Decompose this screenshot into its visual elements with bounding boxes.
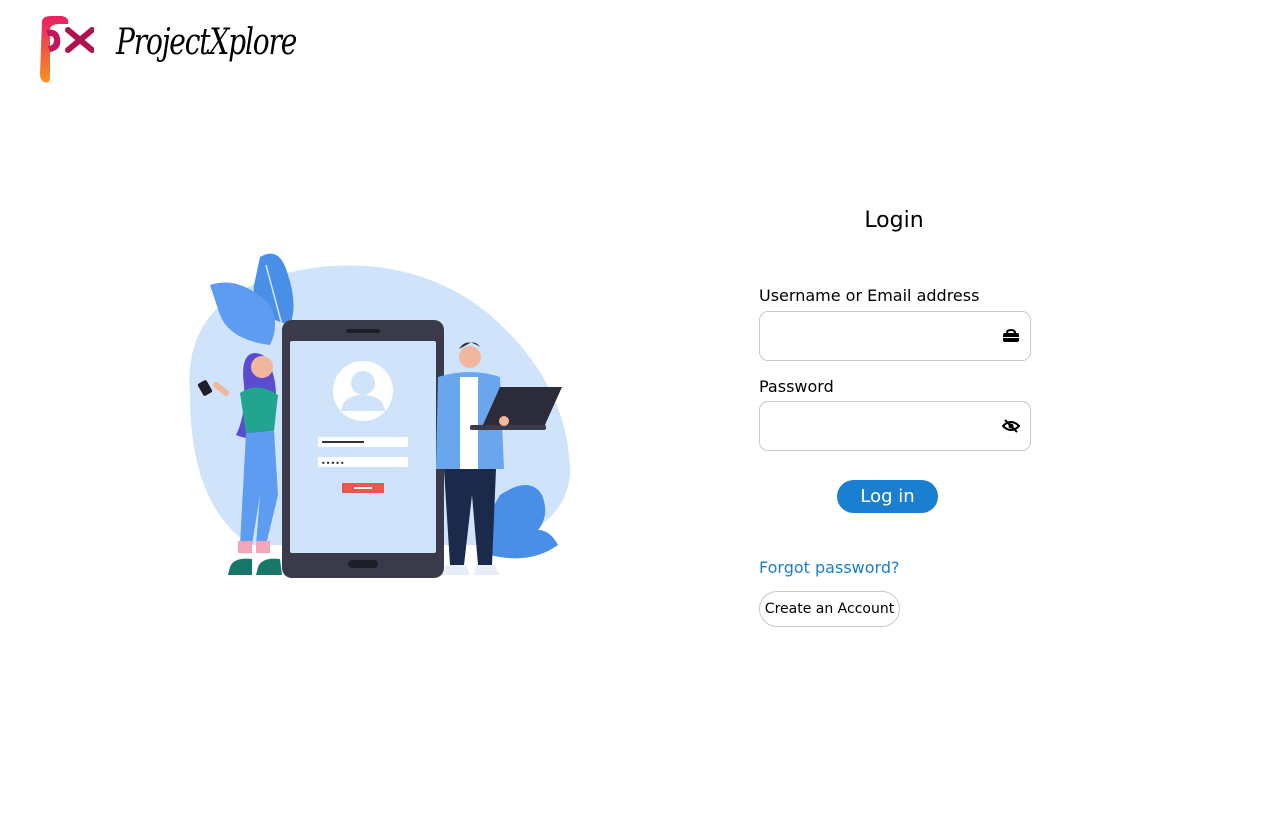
password-label: Password [759,377,834,396]
username-input[interactable] [760,312,990,360]
password-input[interactable] [760,402,990,450]
login-title: Login [864,208,924,233]
svg-text:•••••: ••••• [321,459,345,468]
brand-name: ProjectXplore [116,22,297,63]
login-page: ProjectXplore ••••• Login Username or Em… [0,0,1278,832]
id-badge-icon [1003,328,1019,342]
login-button[interactable]: Log in [837,480,938,513]
brand-logo[interactable]: ProjectXplore [38,16,297,84]
password-field-container[interactable] [759,401,1031,451]
forgot-password-link[interactable]: Forgot password? [759,558,899,577]
create-account-button[interactable]: Create an Account [759,591,900,627]
username-label: Username or Email address [759,286,980,305]
eye-slash-icon[interactable] [1002,418,1020,434]
username-field-container[interactable] [759,311,1031,361]
login-illustration: ••••• [189,253,571,578]
px-logo-mark [40,16,94,83]
